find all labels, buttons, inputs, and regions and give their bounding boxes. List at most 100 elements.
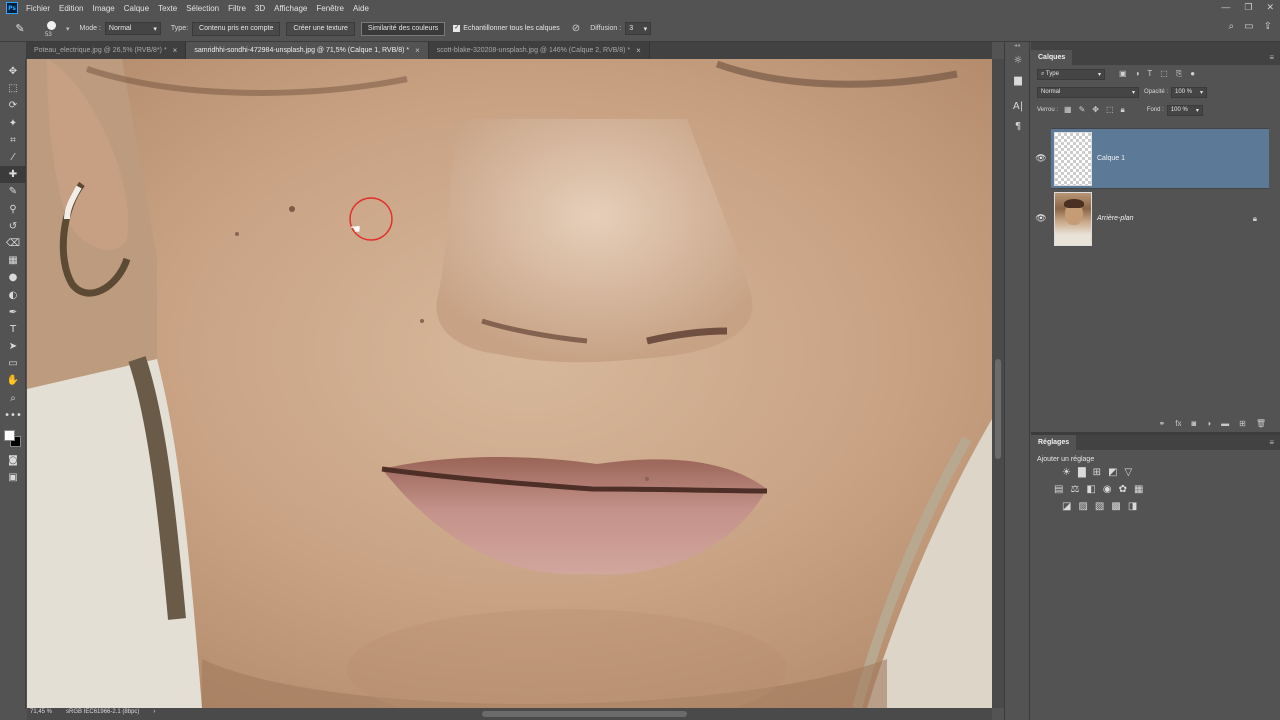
collapse-icon[interactable]: ◂◂ bbox=[1005, 42, 1029, 50]
menu-3d[interactable]: 3D bbox=[255, 4, 265, 13]
fx-icon[interactable]: fx bbox=[1175, 419, 1181, 428]
levels-icon[interactable]: ▇ bbox=[1078, 467, 1086, 478]
layer-name[interactable]: Calque 1 bbox=[1097, 155, 1125, 162]
adjustment-filter-icon[interactable]: ◑ bbox=[1135, 69, 1140, 79]
visibility-eye-icon[interactable]: 👁︎ bbox=[1031, 153, 1051, 164]
add-mask-icon[interactable]: ◙ bbox=[1191, 419, 1196, 428]
smart-object-filter-icon[interactable]: ⎘ bbox=[1176, 69, 1182, 79]
marquee-tool-icon[interactable]: ⬚ bbox=[0, 80, 26, 97]
vertical-scroll-thumb[interactable] bbox=[995, 359, 1001, 459]
hand-tool-icon[interactable]: ✋ bbox=[0, 372, 26, 389]
quick-mask-icon[interactable]: ◙ bbox=[0, 452, 26, 469]
minimize-icon[interactable]: — bbox=[1221, 2, 1230, 13]
color-swatches[interactable] bbox=[0, 424, 26, 452]
chevron-right-icon[interactable]: › bbox=[153, 709, 155, 715]
lock-transparency-icon[interactable]: ▦ bbox=[1064, 105, 1072, 115]
new-layer-icon[interactable]: ⊞ bbox=[1239, 419, 1246, 428]
shape-filter-icon[interactable]: ⬚ bbox=[1160, 69, 1168, 79]
horizontal-scroll-thumb[interactable] bbox=[482, 711, 687, 717]
lock-all-icon[interactable]: 🔒︎ bbox=[1121, 105, 1125, 115]
gradient-map-icon[interactable]: ▩ bbox=[1111, 501, 1120, 512]
close-icon[interactable]: × bbox=[636, 46, 641, 55]
foreground-color-swatch[interactable] bbox=[4, 429, 15, 441]
hue-saturation-icon[interactable]: ▤ bbox=[1054, 484, 1063, 495]
menu-image[interactable]: Image bbox=[92, 4, 114, 13]
content-aware-button[interactable]: Contenu pris en compte bbox=[192, 21, 281, 36]
path-selection-tool-icon[interactable]: ➤ bbox=[0, 338, 26, 355]
search-icon[interactable]: ⌕ bbox=[1229, 21, 1235, 32]
visibility-eye-icon[interactable]: 👁︎ bbox=[1031, 213, 1051, 224]
more-tools-icon[interactable]: ••• bbox=[0, 407, 26, 424]
exposure-icon[interactable]: ◩ bbox=[1108, 467, 1117, 478]
delete-layer-icon[interactable]: 🗑︎ bbox=[1256, 419, 1266, 428]
eraser-tool-icon[interactable]: ⌫ bbox=[0, 235, 26, 252]
color-balance-icon[interactable]: ⚖ bbox=[1070, 484, 1079, 495]
menu-selection[interactable]: Sélection bbox=[186, 4, 219, 13]
type-filter-icon[interactable]: T bbox=[1147, 69, 1152, 79]
horizontal-scrollbar[interactable] bbox=[27, 708, 992, 720]
invert-icon[interactable]: ◪ bbox=[1062, 501, 1071, 512]
move-tool-icon[interactable]: ✥ bbox=[0, 63, 26, 80]
lasso-tool-icon[interactable]: ⟳ bbox=[0, 97, 26, 114]
sample-all-layers-checkbox[interactable]: ✓ Echantillonner tous les calques bbox=[453, 25, 560, 32]
histogram-icon[interactable]: ▆ bbox=[1005, 70, 1031, 90]
menu-edition[interactable]: Edition bbox=[59, 4, 83, 13]
spot-healing-tool-icon[interactable]: ✚ bbox=[0, 166, 26, 184]
channel-mixer-icon[interactable]: ✿ bbox=[1119, 484, 1127, 495]
type-tool-icon[interactable]: T bbox=[0, 321, 26, 338]
tab-reglages[interactable]: Réglages bbox=[1031, 435, 1077, 450]
fill-input[interactable]: 100 % ▾ bbox=[1166, 104, 1203, 116]
gradient-tool-icon[interactable]: ▦ bbox=[0, 252, 26, 269]
menu-texte[interactable]: Texte bbox=[158, 4, 177, 13]
brush-preset-picker[interactable]: 53 bbox=[42, 18, 62, 40]
screen-mode-icon[interactable]: ▣ bbox=[0, 469, 26, 486]
filter-toggle-icon[interactable]: ● bbox=[1190, 69, 1195, 79]
blur-tool-icon[interactable]: ● bbox=[0, 269, 26, 286]
adjustments-icon[interactable]: ☼ bbox=[1005, 50, 1031, 70]
layer-row-arriere-plan[interactable]: 👁︎ Arrière-plan 🔒︎ bbox=[1031, 188, 1280, 248]
tab-samridhhi-sondhi[interactable]: samridhhi-sondhi-472984-unsplash.jpg @ 7… bbox=[186, 42, 429, 59]
color-similarity-button[interactable]: Similarité des couleurs bbox=[360, 21, 446, 36]
tab-calques[interactable]: Calques bbox=[1031, 50, 1073, 65]
menu-fichier[interactable]: Fichier bbox=[26, 4, 50, 13]
layer-row-calque-1[interactable]: 👁︎ Calque 1 bbox=[1031, 128, 1280, 188]
chevron-down-icon[interactable]: ▾ bbox=[66, 25, 70, 33]
posterize-icon[interactable]: ▨ bbox=[1078, 501, 1087, 512]
rectangle-tool-icon[interactable]: ▭ bbox=[0, 355, 26, 372]
brightness-icon[interactable]: ☀ bbox=[1062, 467, 1071, 478]
opacity-input[interactable]: 100 % ▾ bbox=[1171, 86, 1208, 98]
threshold-icon[interactable]: ▧ bbox=[1095, 501, 1104, 512]
paragraph-icon[interactable]: ¶ bbox=[1005, 116, 1031, 136]
menu-filtre[interactable]: Filtre bbox=[228, 4, 246, 13]
restore-icon[interactable]: ❐ bbox=[1244, 2, 1252, 13]
character-icon[interactable]: A| bbox=[1005, 96, 1031, 116]
lock-artboard-icon[interactable]: ⬚ bbox=[1106, 105, 1114, 115]
layer-body[interactable]: Arrière-plan 🔒︎ bbox=[1051, 188, 1269, 248]
vertical-scrollbar[interactable] bbox=[992, 59, 1004, 708]
color-lookup-icon[interactable]: ▦ bbox=[1134, 484, 1143, 495]
menu-fenetre[interactable]: Fenêtre bbox=[316, 4, 344, 13]
menu-calque[interactable]: Calque bbox=[124, 4, 149, 13]
mode-select[interactable]: Normal ▾ bbox=[104, 22, 161, 35]
black-white-icon[interactable]: ◧ bbox=[1086, 484, 1095, 495]
tab-poteau-electrique[interactable]: Poteau_electrique.jpg @ 26,5% (RVB/8*) *… bbox=[26, 42, 187, 59]
layer-body[interactable]: Calque 1 bbox=[1051, 128, 1269, 188]
layer-name[interactable]: Arrière-plan bbox=[1097, 215, 1134, 222]
zoom-level[interactable]: 71,45 % bbox=[30, 709, 52, 715]
new-group-icon[interactable]: ▬ bbox=[1221, 419, 1229, 428]
blend-mode-select[interactable]: Normal ▾ bbox=[1037, 86, 1139, 98]
vibrance-icon[interactable]: ▽ bbox=[1125, 467, 1133, 478]
pen-tool-icon[interactable]: ✒ bbox=[0, 304, 26, 321]
crop-tool-icon[interactable]: ⌗ bbox=[0, 132, 26, 149]
tab-scott-blake[interactable]: scott-blake-320208-unsplash.jpg @ 146% (… bbox=[428, 42, 650, 59]
layer-filter-select[interactable]: ⌕ Type ▾ bbox=[1037, 68, 1105, 80]
collapse-icon[interactable] bbox=[1031, 42, 1280, 50]
history-brush-tool-icon[interactable]: ↺ bbox=[0, 218, 26, 235]
clone-stamp-tool-icon[interactable]: ⚲ bbox=[0, 201, 26, 218]
pressure-icon[interactable]: ⊘ bbox=[572, 23, 580, 34]
close-icon[interactable]: × bbox=[415, 46, 420, 55]
curves-icon[interactable]: ⊞ bbox=[1093, 467, 1101, 478]
menu-affichage[interactable]: Affichage bbox=[274, 4, 307, 13]
healing-brush-tool-icon[interactable]: ✎ bbox=[12, 21, 28, 37]
pixel-filter-icon[interactable]: ▣ bbox=[1119, 69, 1127, 79]
